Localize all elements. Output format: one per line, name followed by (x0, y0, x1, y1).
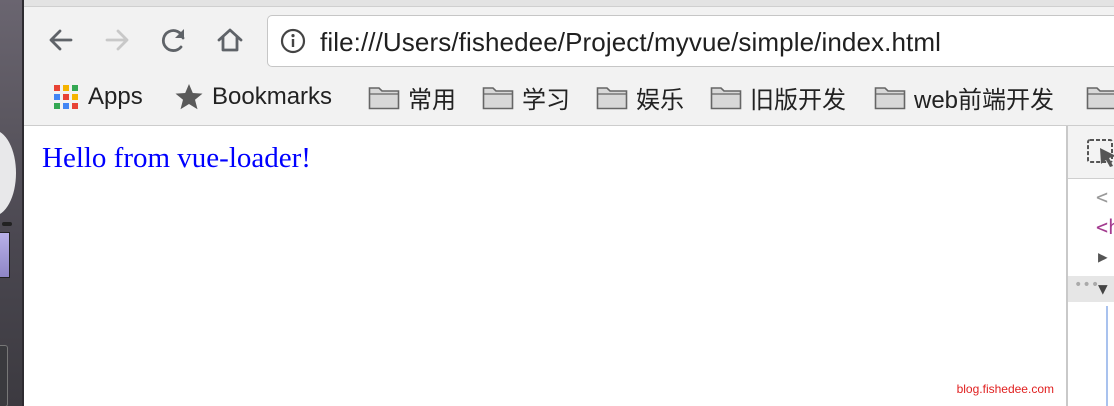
back-button[interactable] (44, 23, 78, 57)
bookmark-folder-xuexi[interactable]: 学习 (482, 79, 570, 115)
folder-icon (596, 84, 628, 110)
bookmark-bookmarks-label: Bookmarks (212, 83, 333, 110)
desktop-window-fragment (0, 232, 10, 278)
forward-button[interactable] (100, 23, 134, 57)
bookmarks-bar: Apps Bookmarks 常用 学习 娱乐 旧版开发 web前端开发 (24, 79, 1114, 115)
devtools-line[interactable]: <h (1096, 214, 1114, 240)
address-bar[interactable]: file:///Users/fishedee/Project/myvue/sim… (267, 15, 1114, 67)
desktop-window-fragment (2, 222, 12, 226)
home-button[interactable] (213, 23, 247, 57)
reload-button[interactable] (157, 23, 191, 57)
devtools-toolbar (1068, 126, 1114, 179)
bookmark-apps-label: Apps (88, 83, 143, 110)
bookmark-folder-jiubankaifa[interactable]: 旧版开发 (710, 79, 846, 115)
apps-grid-icon (52, 83, 80, 111)
apps-grid-dot (63, 85, 69, 91)
back-arrow-icon (49, 29, 73, 51)
browser-toolbar: file:///Users/fishedee/Project/myvue/sim… (24, 7, 1114, 126)
bookmark-folder-overflow[interactable] (1086, 79, 1114, 115)
url-text[interactable]: file:///Users/fishedee/Project/myvue/sim… (320, 27, 941, 57)
screen: file:///Users/fishedee/Project/myvue/sim… (0, 0, 1114, 406)
bookmark-apps[interactable]: Apps (52, 79, 143, 115)
folder-icon (874, 84, 906, 110)
bookmark-folder-label: 学习 (522, 86, 570, 114)
devtools-collapse-arrow[interactable]: ▼ (1098, 276, 1108, 302)
apps-grid-dot (54, 85, 60, 91)
bookmark-folder-label: 旧版开发 (750, 86, 846, 114)
bookmark-folder-label: 常用 (408, 86, 456, 114)
page-viewport: Hello from vue-loader! blog.fishedee.com (24, 126, 1066, 406)
page-message: Hello from vue-loader! (42, 142, 311, 174)
inspect-element-icon[interactable] (1086, 136, 1114, 170)
forward-arrow-icon (105, 29, 129, 51)
apps-grid-dot (72, 85, 78, 91)
folder-icon (482, 84, 514, 110)
home-icon (217, 28, 243, 52)
folder-icon (368, 84, 400, 110)
tab-strip (24, 0, 1114, 7)
bookmark-folder-yule[interactable]: 娱乐 (596, 79, 684, 115)
apps-grid-dot (72, 103, 78, 109)
reload-icon (161, 29, 185, 52)
desktop-window-fragment (0, 130, 16, 216)
devtools-panel: < <h ▶ ••• ▼ (1066, 126, 1114, 406)
devtools-expand-arrow[interactable]: ▶ (1098, 244, 1114, 270)
desktop-edge (0, 0, 24, 406)
star-icon (174, 82, 204, 112)
apps-grid-dot (54, 103, 60, 109)
info-circle-icon[interactable] (280, 28, 306, 54)
devtools-tree-guide (1106, 306, 1108, 406)
bookmark-folder-label: web前端开发 (914, 86, 1055, 114)
desktop-window-fragment (0, 345, 8, 406)
browser-window: file:///Users/fishedee/Project/myvue/sim… (24, 0, 1114, 406)
apps-grid-dot (63, 94, 69, 100)
apps-grid-dot (72, 94, 78, 100)
apps-grid-dot (54, 94, 60, 100)
devtools-selected-line[interactable]: ••• ▼ (1068, 276, 1114, 302)
watermark: blog.fishedee.com (956, 382, 1054, 396)
bookmark-bookmarks[interactable]: Bookmarks (174, 79, 332, 115)
folder-icon (1086, 84, 1114, 110)
devtools-line[interactable]: < (1096, 184, 1114, 210)
bookmark-folder-label: 娱乐 (636, 86, 684, 114)
bookmark-folder-changyong[interactable]: 常用 (368, 79, 456, 115)
ellipsis-icon[interactable]: ••• (1074, 272, 1099, 298)
apps-grid-dot (63, 103, 69, 109)
bookmark-folder-web[interactable]: web前端开发 (874, 79, 1054, 115)
folder-icon (710, 84, 742, 110)
